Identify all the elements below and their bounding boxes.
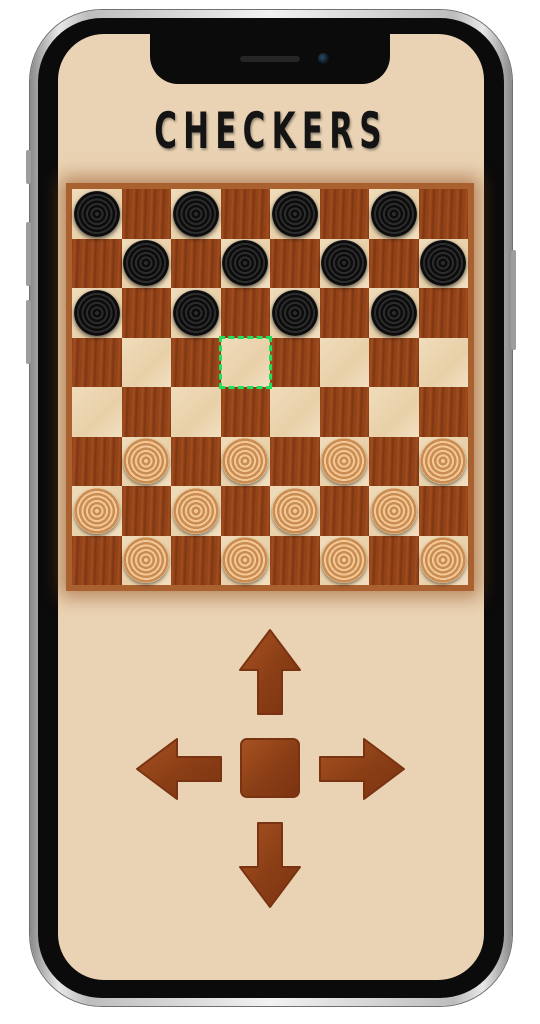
silent-switch — [26, 150, 31, 184]
board-square[interactable] — [418, 337, 468, 387]
board-square[interactable] — [171, 238, 221, 288]
black-checker-piece[interactable] — [271, 289, 318, 336]
white-checker-piece[interactable] — [172, 487, 219, 534]
black-checker-piece[interactable] — [172, 190, 219, 237]
black-checker-piece[interactable] — [370, 190, 417, 237]
down-arrow-button[interactable] — [238, 819, 302, 909]
board-square[interactable] — [72, 238, 122, 288]
white-checker-piece[interactable] — [370, 487, 417, 534]
black-checker-piece[interactable] — [73, 190, 120, 237]
board-square[interactable] — [171, 337, 221, 387]
board-square[interactable] — [369, 387, 419, 437]
board-square[interactable] — [270, 337, 320, 387]
board-square[interactable] — [270, 387, 320, 437]
board-square[interactable] — [369, 436, 419, 486]
board-square[interactable] — [121, 288, 171, 338]
white-checker-piece[interactable] — [271, 487, 318, 534]
power-button — [511, 250, 516, 350]
black-checker-piece[interactable] — [271, 190, 318, 237]
board-square[interactable] — [72, 436, 122, 486]
board-square[interactable] — [369, 337, 419, 387]
board-square[interactable] — [369, 238, 419, 288]
board-square[interactable] — [171, 387, 221, 437]
game-title: CHECKERS — [154, 102, 388, 160]
selection-cursor — [218, 335, 272, 389]
board-square[interactable] — [319, 337, 369, 387]
board-square[interactable] — [220, 387, 270, 437]
board-square[interactable] — [270, 238, 320, 288]
board-square[interactable] — [121, 337, 171, 387]
phone-notch — [150, 24, 390, 84]
board-square[interactable] — [72, 535, 122, 585]
volume-up-button — [26, 222, 31, 286]
board-square[interactable] — [418, 189, 468, 239]
board-square[interactable] — [319, 288, 369, 338]
board-square[interactable] — [418, 387, 468, 437]
board-square[interactable] — [121, 189, 171, 239]
board-square[interactable] — [72, 337, 122, 387]
select-square-button[interactable] — [239, 737, 301, 799]
board-square[interactable] — [121, 486, 171, 536]
board-square[interactable] — [319, 189, 369, 239]
volume-down-button — [26, 300, 31, 364]
board-square[interactable] — [270, 535, 320, 585]
black-checker-piece[interactable] — [73, 289, 120, 336]
right-arrow-button[interactable] — [316, 737, 406, 801]
white-checker-piece[interactable] — [73, 487, 120, 534]
board-square[interactable] — [369, 535, 419, 585]
black-checker-piece[interactable] — [172, 289, 219, 336]
left-arrow-button[interactable] — [135, 737, 225, 801]
front-camera — [318, 53, 329, 64]
board-square[interactable] — [270, 436, 320, 486]
earpiece-speaker — [240, 56, 300, 62]
board-square[interactable] — [220, 486, 270, 536]
board-square[interactable] — [418, 288, 468, 338]
board-square[interactable] — [121, 387, 171, 437]
black-checker-piece[interactable] — [370, 289, 417, 336]
board-square[interactable] — [171, 436, 221, 486]
board-square[interactable] — [171, 535, 221, 585]
board-square[interactable] — [319, 387, 369, 437]
board-square[interactable] — [418, 486, 468, 536]
up-arrow-button[interactable] — [238, 628, 302, 718]
board-square[interactable] — [220, 288, 270, 338]
board-square[interactable] — [72, 387, 122, 437]
checkers-board[interactable] — [72, 189, 468, 585]
board-square[interactable] — [319, 486, 369, 536]
board-square[interactable] — [220, 189, 270, 239]
